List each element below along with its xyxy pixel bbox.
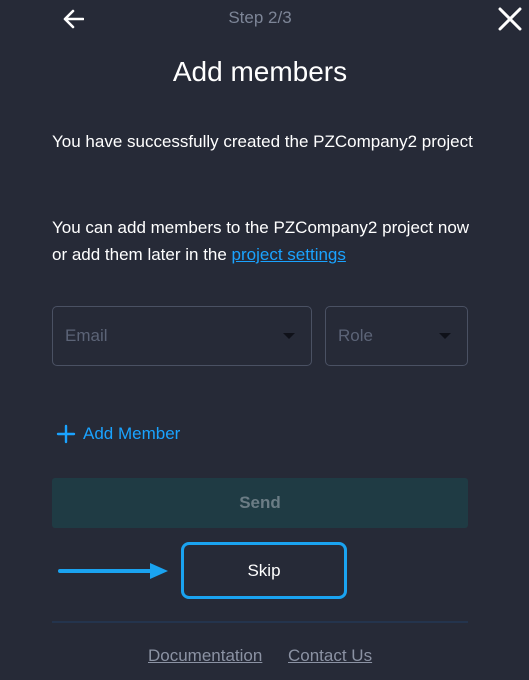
arrow-right-icon	[58, 563, 168, 579]
add-member-label: Add Member	[83, 424, 181, 443]
documentation-link[interactable]: Documentation	[148, 646, 262, 666]
email-placeholder: Email	[65, 326, 108, 345]
project-settings-link[interactable]: project settings	[232, 245, 346, 264]
close-button[interactable]	[496, 5, 524, 33]
contact-us-link[interactable]: Contact Us	[288, 646, 372, 666]
caret-down-icon	[283, 333, 295, 339]
role-placeholder: Role	[338, 326, 373, 345]
add-member-button[interactable]: Add Member	[56, 424, 180, 444]
skip-button[interactable]: Skip	[181, 542, 347, 599]
send-button[interactable]: Send	[52, 478, 468, 528]
success-message: You have successfully created the PZComp…	[52, 132, 473, 151]
email-select[interactable]: Email	[52, 306, 312, 366]
plus-icon	[56, 424, 76, 444]
add-members-message: You can add members to the PZCompany2 pr…	[52, 214, 482, 268]
caret-down-icon	[439, 333, 451, 339]
step-indicator: Step 2/3	[228, 8, 292, 27]
role-select[interactable]: Role	[325, 306, 468, 366]
footer-divider	[52, 621, 468, 623]
page-title: Add members	[172, 56, 348, 87]
close-icon	[498, 7, 522, 31]
